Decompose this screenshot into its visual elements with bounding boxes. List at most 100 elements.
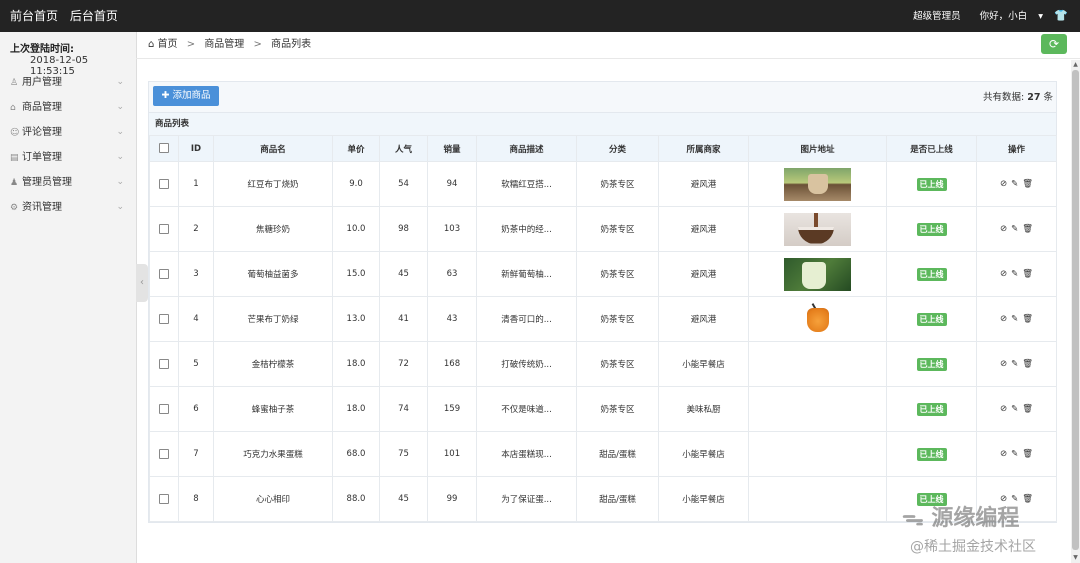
chevron-down-icon: ⌄ bbox=[116, 202, 124, 212]
row-checkbox[interactable] bbox=[159, 268, 169, 279]
breadcrumb-separator: > bbox=[186, 39, 196, 50]
add-product-label: 添加商品 bbox=[172, 90, 211, 101]
add-product-button[interactable]: ✚ 添加商品 bbox=[153, 86, 219, 106]
cell-popularity: 98 bbox=[379, 206, 428, 252]
cell-desc: 新鲜葡萄柚... bbox=[476, 251, 577, 297]
sidebar-item-news[interactable]: ⚙ 资讯管理 ⌄ bbox=[0, 195, 136, 220]
user-icon: ♙ bbox=[10, 78, 19, 88]
sidebar-item-label: 管理员管理 bbox=[22, 177, 72, 188]
checkbox-cell bbox=[149, 161, 179, 207]
row-checkbox[interactable] bbox=[159, 313, 169, 324]
cell-sales: 101 bbox=[427, 431, 477, 477]
chevron-down-icon: ▾ bbox=[1038, 11, 1043, 22]
cell-status: 已上线 bbox=[886, 296, 977, 342]
checkbox-cell bbox=[149, 206, 179, 252]
edit-icon[interactable]: ✎ bbox=[1011, 314, 1018, 324]
disable-icon[interactable]: ⊘ bbox=[1000, 359, 1007, 369]
list-title: 商品列表 bbox=[149, 112, 1056, 135]
disable-icon[interactable]: ⊘ bbox=[1000, 449, 1007, 459]
cell-price: 68.0 bbox=[332, 431, 380, 477]
cell-image bbox=[748, 161, 887, 207]
delete-icon[interactable]: 🗑 bbox=[1022, 179, 1033, 189]
delete-icon[interactable]: 🗑 bbox=[1022, 449, 1033, 459]
user-area: 超级管理员 你好，小白 ▾ 👕 bbox=[905, 0, 1068, 32]
edit-icon[interactable]: ✎ bbox=[1011, 224, 1018, 234]
cell-sales: 63 bbox=[427, 251, 477, 297]
refresh-icon: ⟳ bbox=[1048, 37, 1060, 51]
delete-icon[interactable]: 🗑 bbox=[1022, 269, 1033, 279]
cell-name: 芒果布丁奶绿 bbox=[213, 296, 333, 342]
sidebar-item-admins[interactable]: ♟ 管理员管理 ⌄ bbox=[0, 170, 136, 195]
chevron-down-icon: ⌄ bbox=[116, 152, 124, 162]
edit-icon[interactable]: ✎ bbox=[1011, 269, 1018, 279]
status-badge: 已上线 bbox=[916, 447, 947, 461]
cell-desc: 软糯红豆搭... bbox=[476, 161, 577, 207]
sidebar-collapse-handle[interactable]: ‹ bbox=[136, 264, 148, 302]
delete-icon[interactable]: 🗑 bbox=[1022, 494, 1033, 504]
cell-merchant: 美味私厨 bbox=[658, 386, 749, 432]
page-scrollbar[interactable]: ▲ ▼ bbox=[1071, 60, 1080, 563]
cell-merchant: 避风港 bbox=[658, 161, 749, 207]
disable-icon[interactable]: ⊘ bbox=[1000, 404, 1007, 414]
sidebar-item-users[interactable]: ♙ 用户管理 ⌄ bbox=[0, 70, 136, 95]
row-checkbox[interactable] bbox=[159, 178, 169, 189]
disable-icon[interactable]: ⊘ bbox=[1000, 224, 1007, 234]
cell-image bbox=[748, 386, 887, 432]
cell-popularity: 45 bbox=[379, 251, 428, 297]
nav-backend-home[interactable]: 后台首页 bbox=[70, 9, 118, 23]
edit-icon[interactable]: ✎ bbox=[1011, 404, 1018, 414]
delete-icon[interactable]: 🗑 bbox=[1022, 404, 1033, 414]
cell-name: 葡萄柚益菌多 bbox=[213, 251, 333, 297]
disable-icon[interactable]: ⊘ bbox=[1000, 269, 1007, 279]
total-number: 27 bbox=[1027, 92, 1041, 103]
delete-icon[interactable]: 🗑 bbox=[1022, 224, 1033, 234]
cell-actions: ⊘ ✎ 🗑 bbox=[976, 251, 1057, 297]
refresh-button[interactable]: ⟳ bbox=[1041, 34, 1067, 54]
edit-icon[interactable]: ✎ bbox=[1011, 179, 1018, 189]
table-row: 2 焦糖珍奶 10.0 98 103 奶茶中的经... 奶茶专区 避风港 已上线… bbox=[149, 206, 1057, 252]
cell-id: 1 bbox=[178, 161, 214, 207]
edit-icon[interactable]: ✎ bbox=[1011, 359, 1018, 369]
scroll-down-icon[interactable]: ▼ bbox=[1072, 554, 1079, 561]
edit-icon[interactable]: ✎ bbox=[1011, 449, 1018, 459]
delete-icon[interactable]: 🗑 bbox=[1022, 314, 1033, 324]
select-all-checkbox[interactable] bbox=[159, 143, 169, 154]
scroll-up-icon[interactable]: ▲ bbox=[1072, 61, 1079, 68]
checkbox-cell bbox=[149, 431, 179, 477]
cell-category: 甜品/蛋糕 bbox=[576, 476, 659, 522]
panel-toolbar: ✚ 添加商品 共有数据: 27 条 bbox=[149, 82, 1056, 112]
sidebar-menu: ♙ 用户管理 ⌄ ⌂ 商品管理 ⌄ ☺ 评论管理 ⌄ ▤ 订单管理 ⌄ ♟ 管理员管理 ⌄… bbox=[0, 70, 136, 220]
row-checkbox[interactable] bbox=[159, 493, 169, 504]
row-checkbox[interactable] bbox=[159, 403, 169, 414]
cell-sales: 159 bbox=[427, 386, 477, 432]
disable-icon[interactable]: ⊘ bbox=[1000, 179, 1007, 189]
cell-sales: 43 bbox=[427, 296, 477, 342]
row-checkbox[interactable] bbox=[159, 358, 169, 369]
nav-frontend-home[interactable]: 前台首页 bbox=[10, 9, 58, 23]
cell-desc: 奶茶中的经... bbox=[476, 206, 577, 252]
chevron-down-icon: ⌄ bbox=[116, 77, 124, 87]
product-image bbox=[784, 257, 851, 291]
cell-category: 奶茶专区 bbox=[576, 341, 659, 387]
user-menu[interactable]: 你好，小白 ▾ bbox=[972, 11, 1043, 22]
sidebar-item-products[interactable]: ⌂ 商品管理 ⌄ bbox=[0, 95, 136, 120]
row-checkbox[interactable] bbox=[159, 223, 169, 234]
breadcrumb-home[interactable]: 首页 bbox=[158, 39, 178, 50]
cell-desc: 清香可口的... bbox=[476, 296, 577, 342]
plus-icon: ✚ bbox=[161, 90, 170, 101]
breadcrumb-level1[interactable]: 商品管理 bbox=[204, 39, 244, 50]
row-checkbox[interactable] bbox=[159, 448, 169, 459]
scrollbar-thumb[interactable] bbox=[1072, 70, 1079, 550]
sidebar-item-comments[interactable]: ☺ 评论管理 ⌄ bbox=[0, 120, 136, 145]
theme-shirt-icon[interactable]: 👕 bbox=[1054, 0, 1068, 32]
top-nav: 前台首页 后台首页 bbox=[10, 0, 126, 32]
sidebar-item-label: 商品管理 bbox=[22, 102, 62, 113]
disable-icon[interactable]: ⊘ bbox=[1000, 314, 1007, 324]
column-header: ID bbox=[178, 135, 214, 162]
delete-icon[interactable]: 🗑 bbox=[1022, 359, 1033, 369]
sidebar-item-orders[interactable]: ▤ 订单管理 ⌄ bbox=[0, 145, 136, 170]
status-badge: 已上线 bbox=[916, 312, 947, 326]
cell-price: 15.0 bbox=[332, 251, 380, 297]
breadcrumb: ⌂ 首页 > 商品管理 > 商品列表 bbox=[148, 32, 311, 58]
breadcrumb-separator: > bbox=[253, 39, 262, 50]
